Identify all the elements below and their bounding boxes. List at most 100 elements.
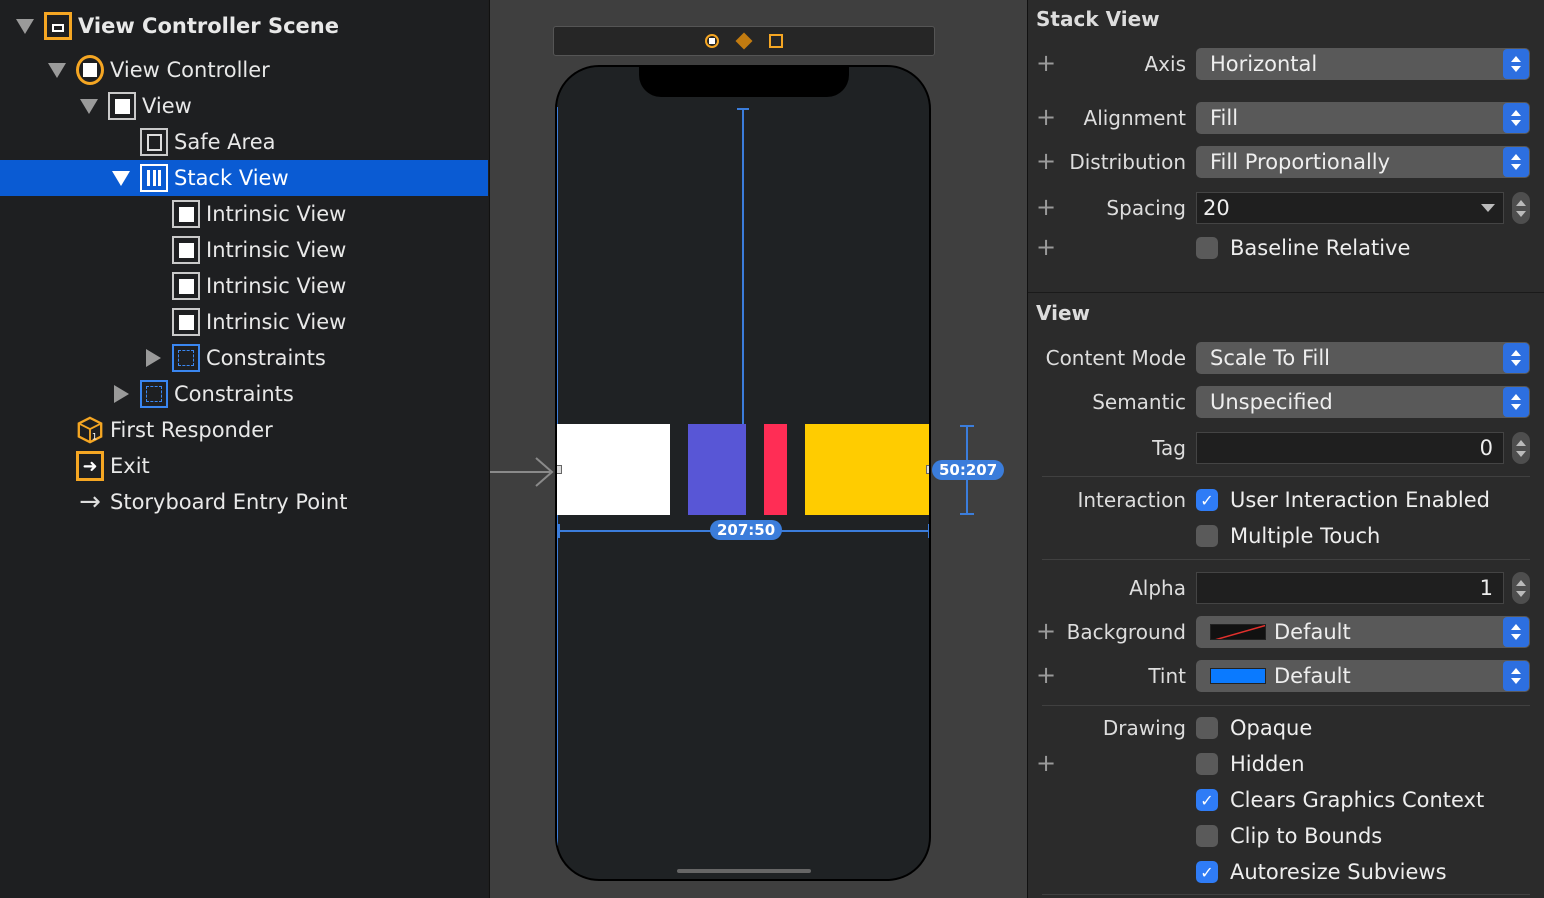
- multiple-touch-checkbox[interactable]: Multiple Touch: [1196, 524, 1380, 548]
- outline-row-intrinsic-view[interactable]: Intrinsic View: [0, 268, 488, 304]
- checkbox-box[interactable]: [1196, 525, 1218, 547]
- section-title-view: View: [1036, 301, 1091, 325]
- popup-chevron-icon: [1503, 387, 1529, 417]
- distribution-popup[interactable]: Fill Proportionally: [1196, 146, 1530, 178]
- outline-row-entry-point[interactable]: → Storyboard Entry Point: [0, 484, 488, 520]
- autoresize-subviews-checkbox[interactable]: ✓ Autoresize Subviews: [1196, 860, 1447, 884]
- hidden-checkbox[interactable]: Hidden: [1196, 752, 1305, 776]
- intrinsic-view-1[interactable]: [557, 424, 670, 515]
- spacing-value: 20: [1203, 196, 1230, 220]
- dock-first-responder-icon[interactable]: [735, 32, 753, 50]
- plus-icon[interactable]: +: [1036, 51, 1056, 75]
- alpha-field[interactable]: 1: [1196, 572, 1504, 604]
- semantic-popup[interactable]: Unspecified: [1196, 386, 1530, 418]
- background-popup[interactable]: Default: [1196, 616, 1530, 648]
- tint-popup[interactable]: Default: [1196, 660, 1530, 692]
- outline-row-intrinsic-view[interactable]: Intrinsic View: [0, 232, 488, 268]
- alignment-popup[interactable]: Fill: [1196, 102, 1530, 134]
- plus-icon[interactable]: +: [1036, 149, 1056, 173]
- popup-chevron-icon: [1503, 343, 1529, 373]
- tint-value: Default: [1274, 664, 1351, 688]
- outline-row-scene[interactable]: View Controller Scene: [0, 8, 488, 44]
- popup-chevron-icon: [1503, 103, 1529, 133]
- height-ratio-badge[interactable]: 50:207: [932, 460, 1005, 480]
- spacing-field[interactable]: 20: [1196, 192, 1504, 224]
- intrinsic-view-4[interactable]: [805, 424, 929, 515]
- outline-row-stack-view[interactable]: Stack View: [0, 160, 488, 196]
- opaque-checkbox[interactable]: Opaque: [1196, 716, 1312, 740]
- resize-handle-left[interactable]: [557, 465, 562, 474]
- outline-row-stack-constraints[interactable]: Constraints: [0, 340, 488, 376]
- dock-exit-icon[interactable]: [767, 32, 785, 50]
- width-constraint-cap-right: [928, 524, 929, 538]
- plus-icon[interactable]: +: [1036, 105, 1056, 129]
- alpha-stepper[interactable]: [1512, 572, 1530, 604]
- outline-row-exit[interactable]: ➜ Exit: [0, 448, 488, 484]
- height-constraint-cap-top: [960, 425, 974, 427]
- view-icon: [172, 200, 200, 228]
- outline-row-first-responder[interactable]: 1 First Responder: [0, 412, 488, 448]
- plus-icon[interactable]: +: [1036, 663, 1056, 687]
- content-mode-label: Content Mode: [1045, 346, 1186, 370]
- content-mode-value: Scale To Fill: [1210, 346, 1331, 370]
- checkbox-box[interactable]: [1196, 717, 1218, 739]
- clip-to-bounds-checkbox[interactable]: Clip to Bounds: [1196, 824, 1382, 848]
- checkbox-box[interactable]: [1196, 237, 1218, 259]
- semantic-value: Unspecified: [1210, 390, 1333, 414]
- group-separator: [1042, 894, 1530, 895]
- constraints-icon: [140, 380, 168, 408]
- background-value: Default: [1274, 620, 1351, 644]
- plus-icon[interactable]: +: [1036, 619, 1056, 643]
- scene-icon: [44, 12, 72, 40]
- outline-row-intrinsic-view[interactable]: Intrinsic View: [0, 196, 488, 232]
- disclosure-down-icon[interactable]: [14, 18, 36, 34]
- svg-text:1: 1: [92, 431, 97, 441]
- outline-label: Constraints: [206, 346, 326, 370]
- checkbox-box[interactable]: [1196, 825, 1218, 847]
- top-constraint-line[interactable]: [742, 109, 744, 425]
- outline-row-intrinsic-view[interactable]: Intrinsic View: [0, 304, 488, 340]
- tag-stepper[interactable]: [1512, 432, 1530, 464]
- combo-chevron-down-icon[interactable]: [1481, 204, 1495, 212]
- checkbox-box[interactable]: ✓: [1196, 789, 1218, 811]
- safe-area-icon: [140, 128, 168, 156]
- intrinsic-view-2[interactable]: [688, 424, 746, 515]
- disclosure-down-icon[interactable]: [46, 62, 68, 78]
- storyboard-canvas[interactable]: 207:50 50:207: [489, 0, 1028, 898]
- outline-row-view-controller[interactable]: View Controller: [0, 52, 488, 88]
- disclosure-right-icon[interactable]: [142, 349, 164, 367]
- checkbox-label: Opaque: [1230, 716, 1313, 740]
- resize-handle-right[interactable]: [926, 465, 929, 474]
- device-frame[interactable]: 207:50: [555, 65, 931, 881]
- scene-dock[interactable]: [553, 26, 935, 56]
- checkbox-box[interactable]: ✓: [1196, 861, 1218, 883]
- outline-row-safe-area[interactable]: Safe Area: [0, 124, 488, 160]
- disclosure-down-icon[interactable]: [78, 98, 100, 114]
- baseline-relative-checkbox[interactable]: Baseline Relative: [1196, 236, 1410, 260]
- plus-icon[interactable]: +: [1036, 751, 1056, 775]
- clears-graphics-context-checkbox[interactable]: ✓ Clears Graphics Context: [1196, 788, 1484, 812]
- plus-icon[interactable]: +: [1036, 235, 1056, 259]
- safe-area-guide-right: [930, 107, 931, 847]
- spacing-stepper[interactable]: [1512, 192, 1530, 224]
- disclosure-right-icon[interactable]: [110, 385, 132, 403]
- outline-row-view-constraints[interactable]: Constraints: [0, 376, 488, 412]
- disclosure-down-icon[interactable]: [110, 170, 132, 186]
- tag-field[interactable]: 0: [1196, 432, 1504, 464]
- distribution-label: Distribution: [1069, 150, 1186, 174]
- plus-icon[interactable]: +: [1036, 195, 1056, 219]
- content-mode-popup[interactable]: Scale To Fill: [1196, 342, 1530, 374]
- user-interaction-checkbox[interactable]: ✓ User Interaction Enabled: [1196, 488, 1490, 512]
- background-label: Background: [1066, 620, 1186, 644]
- axis-popup[interactable]: Horizontal: [1196, 48, 1530, 80]
- checkbox-box[interactable]: ✓: [1196, 489, 1218, 511]
- checkbox-label: Multiple Touch: [1230, 524, 1381, 548]
- checkbox-box[interactable]: [1196, 753, 1218, 775]
- alpha-label: Alpha: [1129, 576, 1186, 600]
- entry-point-arrow-icon[interactable]: [490, 455, 560, 489]
- dock-view-controller-icon[interactable]: [703, 32, 721, 50]
- width-ratio-badge[interactable]: 207:50: [710, 520, 783, 540]
- intrinsic-view-3[interactable]: [764, 424, 787, 515]
- tag-label: Tag: [1152, 436, 1186, 460]
- outline-row-view[interactable]: View: [0, 88, 488, 124]
